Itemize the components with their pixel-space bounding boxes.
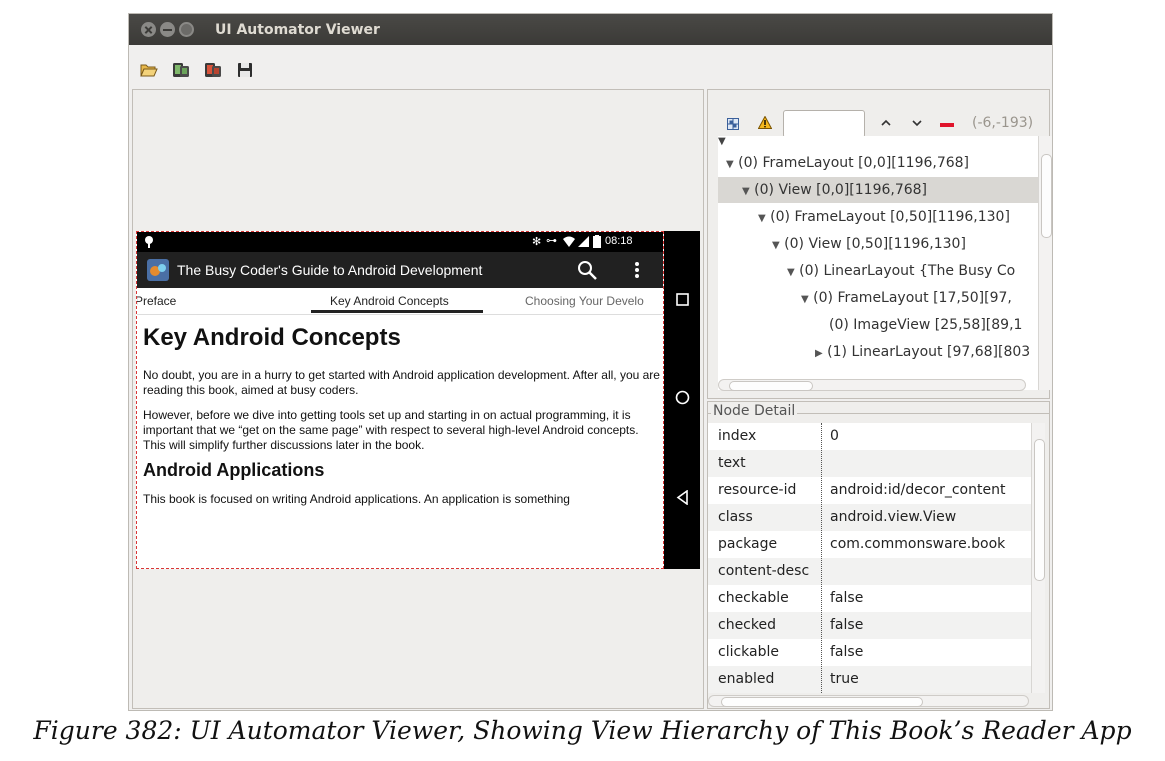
overflow-menu-icon[interactable]: [634, 261, 640, 279]
vpn-key-icon: ⊶: [546, 235, 557, 247]
chapter-tabs: Preface Key Android Concepts Choosing Yo…: [137, 288, 663, 315]
close-icon[interactable]: [141, 22, 156, 37]
node-detail-pane: Node Detail index 0 text resource-id andro…: [707, 401, 1050, 709]
home-icon[interactable]: [675, 390, 690, 405]
table-row[interactable]: index 0: [708, 423, 1031, 450]
navigation-bar: [664, 231, 700, 569]
chevron-up-icon[interactable]: [881, 119, 891, 126]
open-folder-icon[interactable]: [140, 62, 158, 78]
tab-preface[interactable]: Preface: [137, 294, 176, 308]
node-detail-label: Node Detail: [711, 403, 798, 419]
paragraph: However, before we dive into getting too…: [143, 408, 639, 452]
device-screenshot-compressed-icon[interactable]: [204, 62, 222, 78]
scrollbar-thumb[interactable]: [721, 697, 923, 707]
tree-node[interactable]: ▼ (0) FrameLayout [0,50][1196,130]: [758, 204, 1010, 230]
hierarchy-tree[interactable]: ▼ ▼ (0) FrameLayout [0,0][1196,768] ▼ (0…: [718, 136, 1038, 390]
detail-horizontal-scrollbar[interactable]: [708, 695, 1029, 707]
tab-indicator: [311, 310, 483, 313]
paragraph: No doubt, you are in a hurry to get star…: [143, 368, 660, 397]
tree-node[interactable]: (0) ImageView [25,58][89,1: [829, 312, 1022, 338]
figure-caption: Figure 382: UI Automator Viewer, Showing…: [33, 716, 1132, 745]
table-row[interactable]: class android.view.View: [708, 504, 1031, 531]
app-bar: The Busy Coder's Guide to Android Develo…: [137, 252, 663, 288]
tree-node[interactable]: ▶ (1) LinearLayout [97,68][803: [815, 339, 1030, 365]
ui-automator-viewer-window: UI Automator Viewer ✻ ⊶ 08:18 The Busy C…: [128, 13, 1053, 711]
search-icon[interactable]: [577, 260, 597, 280]
wifi-icon: [563, 236, 575, 247]
tab-key-android-concepts[interactable]: Key Android Concepts: [330, 294, 449, 308]
table-row[interactable]: checked false: [708, 612, 1031, 639]
device-screen[interactable]: ✻ ⊶ 08:18 The Busy Coder's Guide to Andr…: [136, 231, 664, 569]
hierarchy-pane: (-6,-193) ▼ ▼ (0) FrameLayout [0,0][1196…: [707, 89, 1052, 399]
column-separator: [821, 423, 822, 693]
tree-node[interactable]: ▼ (0) View [0,50][1196,130]: [772, 231, 966, 257]
device-screenshot-icon[interactable]: [172, 62, 190, 78]
tree-vertical-scrollbar[interactable]: [1038, 136, 1052, 390]
table-row[interactable]: checkable false: [708, 585, 1031, 612]
chapter-heading: Key Android Concepts: [143, 324, 401, 351]
scrollbar-thumb[interactable]: [1034, 439, 1045, 581]
minimize-icon[interactable]: [160, 22, 175, 37]
chapter-content: Key Android Concepts No doubt, you are i…: [143, 324, 661, 517]
coords-readout: (-6,-193): [972, 115, 1034, 131]
save-icon[interactable]: [236, 62, 254, 78]
back-icon[interactable]: [676, 490, 689, 505]
table-row[interactable]: text: [708, 450, 1031, 477]
tree-node-selected[interactable]: ▼ (0) View [0,0][1196,768]: [718, 177, 1038, 203]
paragraph: This book is focused on writing Android …: [143, 492, 570, 506]
root-expander-icon[interactable]: ▼: [718, 136, 726, 147]
table-row[interactable]: resource-id android:id/decor_content: [708, 477, 1031, 504]
detail-vertical-scrollbar[interactable]: [1031, 423, 1045, 693]
bluetooth-icon: ✻: [532, 236, 542, 248]
android-debug-icon: [145, 236, 153, 248]
tree-node[interactable]: ▼ (0) FrameLayout [0,0][1196,768]: [726, 150, 969, 176]
table-row[interactable]: enabled true: [708, 666, 1031, 693]
tab-choosing-your-develo[interactable]: Choosing Your Develo: [525, 294, 644, 308]
app-logo-icon: [147, 259, 169, 281]
table-row[interactable]: package com.commonsware.book: [708, 531, 1031, 558]
scrollbar-thumb[interactable]: [729, 381, 813, 391]
device-screenshot[interactable]: ✻ ⊶ 08:18 The Busy Coder's Guide to Andr…: [136, 231, 700, 569]
signal-icon: [578, 236, 589, 247]
window-title: UI Automator Viewer: [215, 22, 380, 38]
battery-icon: [593, 235, 601, 248]
device-screenshot-pane[interactable]: ✻ ⊶ 08:18 The Busy Coder's Guide to Andr…: [132, 89, 704, 709]
tree-horizontal-scrollbar[interactable]: [718, 379, 1026, 391]
table-row[interactable]: content-desc: [708, 558, 1031, 585]
section-heading: Android Applications: [143, 460, 325, 480]
chevron-down-icon[interactable]: [912, 120, 922, 127]
scrollbar-thumb[interactable]: [1041, 154, 1052, 238]
maximize-icon[interactable]: [179, 22, 194, 37]
recents-icon[interactable]: [676, 293, 689, 306]
expand-all-icon[interactable]: [727, 118, 739, 130]
warning-icon[interactable]: [758, 116, 772, 129]
toolbar: [129, 45, 1052, 89]
tree-node[interactable]: ▼ (0) LinearLayout {The Busy Co: [787, 258, 1015, 284]
title-bar: UI Automator Viewer: [129, 14, 1052, 45]
status-time: 08:18: [605, 235, 633, 247]
clear-selection-icon[interactable]: [940, 123, 954, 127]
table-row[interactable]: clickable false: [708, 639, 1031, 666]
status-bar: ✻ ⊶ 08:18: [137, 232, 663, 252]
node-detail-table[interactable]: index 0 text resource-id android:id/decor_…: [708, 423, 1031, 693]
tree-node[interactable]: ▼ (0) FrameLayout [17,50][97,: [801, 285, 1012, 311]
app-title: The Busy Coder's Guide to Android Develo…: [177, 262, 483, 278]
search-input[interactable]: [783, 110, 865, 138]
